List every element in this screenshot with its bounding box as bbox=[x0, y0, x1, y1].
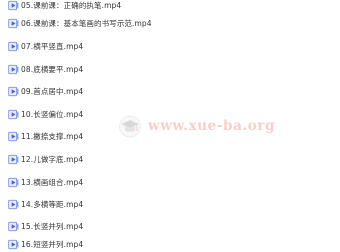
file-name: 16.短竖并列.mp4 bbox=[21, 239, 84, 249]
file-item[interactable]: 12.儿做字底.mp4 bbox=[8, 151, 83, 167]
file-item[interactable]: 15.长竖并列.mp4 bbox=[8, 218, 83, 234]
video-file-icon bbox=[8, 199, 19, 209]
file-name: 15.长竖并列.mp4 bbox=[21, 221, 84, 231]
file-item[interactable]: 07.横平竖直.mp4 bbox=[8, 38, 83, 54]
video-file-icon bbox=[8, 239, 19, 249]
file-name: 14.多横等距.mp4 bbox=[21, 199, 84, 209]
file-name: 10.长竖偏位.mp4 bbox=[21, 109, 84, 119]
video-file-icon bbox=[8, 177, 19, 187]
file-item[interactable]: 05.课前课：正确的执笔.mp4 bbox=[8, 0, 121, 13]
file-name: 07.横平竖直.mp4 bbox=[21, 41, 84, 51]
video-file-icon bbox=[8, 18, 19, 28]
file-item[interactable]: 14.多横等距.mp4 bbox=[8, 196, 83, 212]
file-name: 12.儿做字底.mp4 bbox=[21, 154, 84, 164]
file-item[interactable]: 10.长竖偏位.mp4 bbox=[8, 106, 83, 122]
watermark-text: www.xue-ba.org bbox=[148, 118, 276, 134]
video-file-icon bbox=[8, 64, 19, 74]
video-file-icon bbox=[8, 109, 19, 119]
file-name: 09.首点居中.mp4 bbox=[21, 86, 84, 96]
video-file-icon bbox=[8, 131, 19, 141]
file-item[interactable]: 13.横画组合.mp4 bbox=[8, 174, 83, 190]
video-file-icon bbox=[8, 154, 19, 164]
video-file-icon bbox=[8, 0, 19, 10]
watermark: www.xue-ba.org bbox=[118, 112, 275, 140]
file-item[interactable]: 16.短竖并列.mp4 bbox=[8, 236, 83, 252]
file-item[interactable]: 09.首点居中.mp4 bbox=[8, 83, 83, 99]
file-item[interactable]: 11.撇捺支撑.mp4 bbox=[8, 128, 83, 144]
video-file-icon bbox=[8, 41, 19, 51]
file-name: 11.撇捺支撑.mp4 bbox=[21, 131, 84, 141]
file-name: 06.课前课：基本笔画的书写示范.mp4 bbox=[21, 18, 152, 28]
file-item[interactable]: 08.底横要平.mp4 bbox=[8, 61, 83, 77]
file-name: 13.横画组合.mp4 bbox=[21, 177, 84, 187]
file-name: 05.课前课：正确的执笔.mp4 bbox=[21, 0, 122, 10]
file-item[interactable]: 06.课前课：基本笔画的书写示范.mp4 bbox=[8, 15, 152, 31]
video-file-icon bbox=[8, 86, 19, 96]
file-name: 08.底横要平.mp4 bbox=[21, 64, 84, 74]
graduation-cap-icon bbox=[119, 115, 141, 138]
video-file-icon bbox=[8, 221, 19, 231]
